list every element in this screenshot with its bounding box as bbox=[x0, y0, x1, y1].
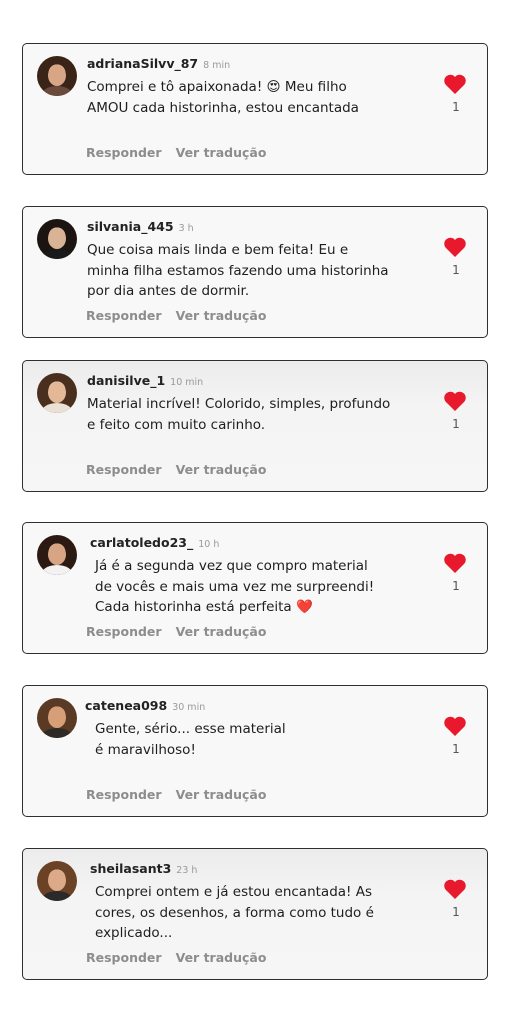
comment-text-line: Comprei e tô apaixonada! 😍 Meu filho bbox=[87, 79, 347, 95]
reply-button[interactable]: Responder bbox=[86, 950, 162, 965]
comment-text: Já é a segunda vez que compro material d… bbox=[95, 556, 417, 618]
like-heart-icon[interactable] bbox=[443, 73, 467, 95]
comment-text-line: Material incrível! Colorido, simples, pr… bbox=[87, 396, 391, 412]
comment-card: danisilve_1 10 min Material incrível! Col… bbox=[22, 360, 488, 492]
comment-time: 8 min bbox=[203, 60, 231, 71]
like-count: 1 bbox=[452, 579, 460, 593]
comment-text: Que coisa mais linda e bem feita! Eu e m… bbox=[87, 240, 427, 302]
reply-button[interactable]: Responder bbox=[86, 145, 162, 160]
comment-actions: Responder Ver tradução bbox=[86, 787, 266, 802]
comment-username[interactable]: adrianaSilvv_87 8 min bbox=[87, 56, 230, 71]
comment-card: silvania_445 3 h Que coisa mais linda e b… bbox=[22, 206, 488, 338]
comment-actions: Responder Ver tradução bbox=[86, 624, 266, 639]
comment-text-line: e feito com muito carinho. bbox=[87, 416, 266, 433]
comment-time: 10 h bbox=[198, 539, 220, 550]
comment-text-line: é maravilhoso! bbox=[95, 741, 196, 758]
comment-text-line: Que coisa mais linda e bem feita! Eu e bbox=[87, 242, 349, 258]
reply-button[interactable]: Responder bbox=[86, 308, 162, 323]
comment-text: Comprei e tô apaixonada! 😍 Meu filho AMO… bbox=[87, 77, 427, 118]
avatar[interactable] bbox=[37, 698, 77, 738]
avatar[interactable] bbox=[37, 219, 77, 259]
comment-text-line: Já é a segunda vez que compro material bbox=[95, 558, 368, 574]
translate-button[interactable]: Ver tradução bbox=[176, 950, 267, 965]
comment-username[interactable]: danisilve_1 10 min bbox=[87, 373, 203, 388]
comment-card: carlatoledo23_ 10 h Já é a segunda vez qu… bbox=[22, 522, 488, 654]
comment-time: 30 min bbox=[172, 702, 206, 713]
comment-text-line: explicado... bbox=[95, 925, 173, 941]
translate-button[interactable]: Ver tradução bbox=[176, 462, 267, 477]
translate-button[interactable]: Ver tradução bbox=[176, 787, 267, 802]
comment-text: Material incrível! Colorido, simples, pr… bbox=[87, 394, 427, 435]
comment-text: Comprei ontem e já estou encantada! As c… bbox=[95, 882, 417, 944]
avatar[interactable] bbox=[37, 56, 77, 96]
like-count: 1 bbox=[452, 417, 460, 431]
like-heart-icon[interactable] bbox=[443, 390, 467, 412]
avatar[interactable] bbox=[37, 861, 77, 901]
like-count: 1 bbox=[452, 905, 460, 919]
like-count: 1 bbox=[452, 100, 460, 114]
comment-text: Gente, sério... esse material é maravilh… bbox=[95, 719, 345, 760]
comment-username[interactable]: catenea098 30 min bbox=[85, 698, 205, 713]
avatar[interactable] bbox=[37, 373, 77, 413]
comment-actions: Responder Ver tradução bbox=[86, 145, 266, 160]
comment-card: sheilasant3 23 h Comprei ontem e já estou… bbox=[22, 848, 488, 980]
comment-text-line: de vocês e mais uma vez me surpreendi! bbox=[95, 578, 375, 595]
comment-username[interactable]: silvania_445 3 h bbox=[87, 219, 194, 234]
comment-text-line: Comprei ontem e já estou encantada! As bbox=[95, 884, 373, 900]
comment-text-line: minha filha estamos fazendo uma historin… bbox=[87, 262, 389, 279]
comment-time: 3 h bbox=[178, 223, 194, 234]
comment-time: 23 h bbox=[176, 865, 198, 876]
comment-actions: Responder Ver tradução bbox=[86, 308, 266, 323]
like-heart-icon[interactable] bbox=[443, 715, 467, 737]
avatar[interactable] bbox=[37, 535, 77, 575]
comment-text-line: por dia antes de dormir. bbox=[87, 283, 250, 299]
translate-button[interactable]: Ver tradução bbox=[176, 145, 267, 160]
reply-button[interactable]: Responder bbox=[86, 624, 162, 639]
like-count: 1 bbox=[452, 263, 460, 277]
like-count: 1 bbox=[452, 742, 460, 756]
comment-actions: Responder Ver tradução bbox=[86, 950, 266, 965]
comment-time: 10 min bbox=[170, 377, 204, 388]
translate-button[interactable]: Ver tradução bbox=[176, 624, 267, 639]
comment-text-line: Gente, sério... esse material bbox=[95, 721, 286, 737]
reply-button[interactable]: Responder bbox=[86, 787, 162, 802]
comment-text-line: Cada historinha está perfeita ❤️ bbox=[95, 599, 313, 615]
reply-button[interactable]: Responder bbox=[86, 462, 162, 477]
like-heart-icon[interactable] bbox=[443, 236, 467, 258]
translate-button[interactable]: Ver tradução bbox=[176, 308, 267, 323]
like-heart-icon[interactable] bbox=[443, 552, 467, 574]
comment-card: adrianaSilvv_87 8 min Comprei e tô apaixo… bbox=[22, 43, 488, 175]
comment-username[interactable]: sheilasant3 23 h bbox=[90, 861, 197, 876]
comment-username[interactable]: carlatoledo23_ 10 h bbox=[90, 535, 219, 550]
like-heart-icon[interactable] bbox=[443, 878, 467, 900]
comment-text-line: cores, os desenhos, a forma como tudo é bbox=[95, 904, 374, 921]
comment-actions: Responder Ver tradução bbox=[86, 462, 266, 477]
comment-text-line: AMOU cada historinha, estou encantada bbox=[87, 99, 359, 116]
comment-card: catenea098 30 min Gente, sério... esse ma… bbox=[22, 685, 488, 817]
